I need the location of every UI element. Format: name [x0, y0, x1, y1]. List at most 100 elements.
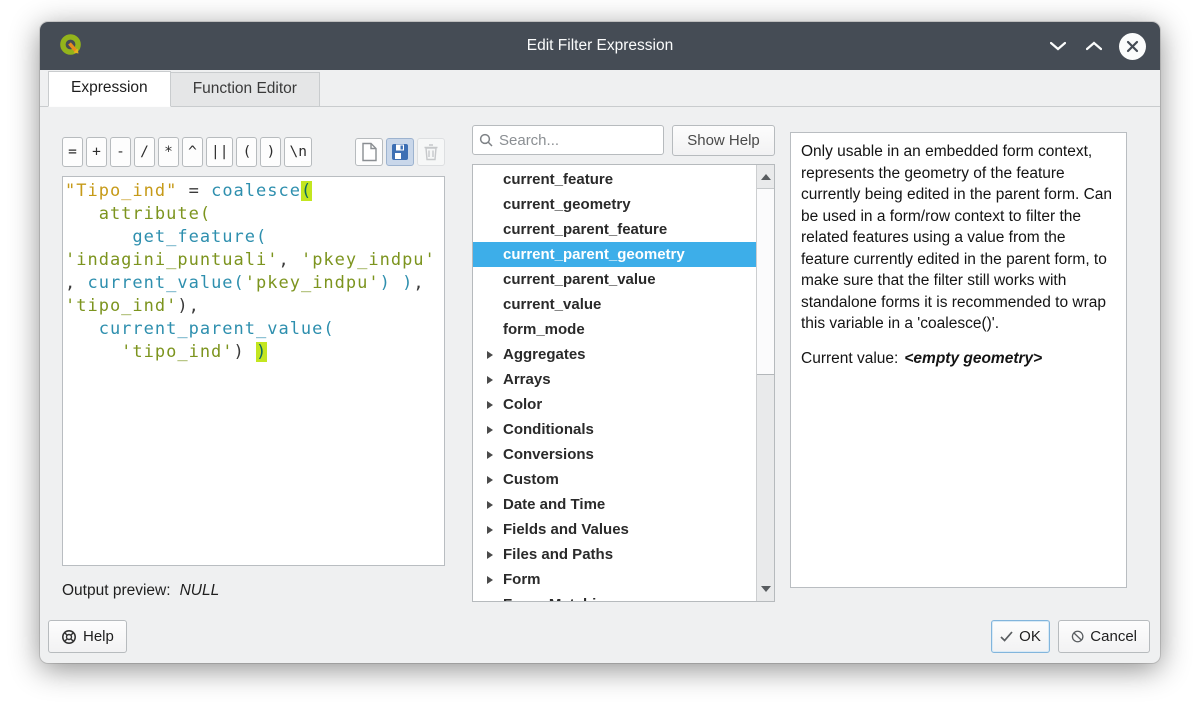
list-item[interactable]: form_mode: [473, 317, 756, 342]
list-item-label: Date and Time: [503, 492, 605, 517]
expand-triangle-icon[interactable]: [487, 401, 493, 409]
save-expression-button[interactable]: [386, 138, 414, 166]
operator-button[interactable]: +: [86, 137, 107, 167]
list-item[interactable]: current_geometry: [473, 192, 756, 217]
footer: Help OK Cancel: [48, 620, 1150, 653]
code-line: 'tipo_ind') ): [65, 341, 442, 364]
operator-buttons: =+-/*^||()\n: [62, 137, 315, 167]
list-item-label: current_parent_feature: [503, 217, 667, 242]
output-preview-label: Output preview:: [62, 582, 171, 599]
cancel-button[interactable]: Cancel: [1058, 620, 1150, 653]
list-item[interactable]: Arrays: [473, 367, 756, 392]
tab-function-editor[interactable]: Function Editor: [170, 72, 320, 106]
operator-button[interactable]: *: [158, 137, 179, 167]
current-value-label: Current value:: [801, 350, 898, 367]
code-line: attribute(: [65, 203, 442, 226]
operator-button[interactable]: \n: [284, 137, 311, 167]
list-item[interactable]: Files and Paths: [473, 542, 756, 567]
expand-triangle-icon[interactable]: [487, 526, 493, 534]
minimize-icon[interactable]: [1047, 35, 1069, 57]
function-column: Show Help current_featurecurrent_geometr…: [472, 125, 775, 602]
help-button-label: Help: [83, 628, 114, 645]
list-item-label: current_geometry: [503, 192, 631, 217]
function-list-scrollbar[interactable]: [756, 165, 774, 601]
list-item[interactable]: Conditionals: [473, 417, 756, 442]
code-line: "Tipo_ind" = coalesce(: [65, 180, 442, 203]
list-item-label: Files and Paths: [503, 542, 613, 567]
qgis-logo-icon: [58, 33, 84, 64]
current-value-line: Current value:<empty geometry>: [801, 348, 1116, 370]
lifebuoy-icon: [61, 629, 77, 645]
cancel-button-label: Cancel: [1090, 628, 1137, 645]
list-item-label: Conversions: [503, 442, 594, 467]
operator-button[interactable]: -: [110, 137, 131, 167]
list-item-label: Custom: [503, 467, 559, 492]
list-item[interactable]: current_feature: [473, 167, 756, 192]
function-list: current_featurecurrent_geometrycurrent_p…: [473, 167, 756, 601]
operator-button[interactable]: (: [236, 137, 257, 167]
list-item[interactable]: Date and Time: [473, 492, 756, 517]
expand-triangle-icon[interactable]: [487, 601, 493, 602]
list-item[interactable]: Conversions: [473, 442, 756, 467]
scroll-down-icon[interactable]: [757, 577, 774, 601]
code-line: , current_value('pkey_indpu') ),: [65, 272, 442, 295]
list-item-label: current_feature: [503, 167, 613, 192]
window-title: Edit Filter Expression: [40, 37, 1160, 55]
expand-triangle-icon[interactable]: [487, 476, 493, 484]
search-input[interactable]: [499, 132, 657, 149]
list-item-label: current_parent_value: [503, 267, 656, 292]
list-item-label: current_value: [503, 292, 601, 317]
operator-button[interactable]: ): [260, 137, 281, 167]
maximize-icon[interactable]: [1083, 35, 1105, 57]
delete-expression-button: [417, 138, 445, 166]
expression-toolbar: =+-/*^||()\n: [62, 136, 445, 167]
list-item[interactable]: Aggregates: [473, 342, 756, 367]
list-item[interactable]: Fuzzy Matching: [473, 592, 756, 601]
expand-triangle-icon[interactable]: [487, 451, 493, 459]
dialog-content: =+-/*^||()\n "Tipo_ind" = coalesce( attr…: [40, 107, 1160, 602]
help-panel: Only usable in an embedded form context,…: [790, 132, 1127, 588]
list-item[interactable]: current_parent_geometry: [473, 242, 756, 267]
list-item[interactable]: current_parent_value: [473, 267, 756, 292]
output-preview-value: NULL: [180, 582, 220, 599]
expand-triangle-icon[interactable]: [487, 551, 493, 559]
code-line: current_parent_value(: [65, 318, 442, 341]
expression-column: =+-/*^||()\n "Tipo_ind" = coalesce( attr…: [62, 136, 445, 600]
list-item-label: current_parent_geometry: [503, 242, 685, 267]
operator-button[interactable]: =: [62, 137, 83, 167]
operator-button[interactable]: ^: [182, 137, 203, 167]
help-description: Only usable in an embedded form context,…: [801, 141, 1116, 335]
list-item[interactable]: current_value: [473, 292, 756, 317]
list-item-label: Arrays: [503, 367, 551, 392]
expand-triangle-icon[interactable]: [487, 376, 493, 384]
list-item[interactable]: Form: [473, 567, 756, 592]
close-button[interactable]: [1119, 33, 1146, 60]
operator-button[interactable]: /: [134, 137, 155, 167]
list-item-label: Color: [503, 392, 542, 417]
list-item-label: Conditionals: [503, 417, 594, 442]
list-item-label: Fuzzy Matching: [503, 592, 615, 601]
ok-button[interactable]: OK: [991, 620, 1050, 653]
help-button[interactable]: Help: [48, 620, 127, 653]
operator-button[interactable]: ||: [206, 137, 233, 167]
new-expression-button[interactable]: [355, 138, 383, 166]
search-box[interactable]: [472, 125, 664, 155]
code-line: 'tipo_ind'),: [65, 295, 442, 318]
show-help-button[interactable]: Show Help: [672, 125, 775, 156]
expand-triangle-icon[interactable]: [487, 351, 493, 359]
list-item-label: form_mode: [503, 317, 585, 342]
expression-editor[interactable]: "Tipo_ind" = coalesce( attribute( get_fe…: [62, 176, 445, 566]
search-row: Show Help: [472, 125, 775, 156]
expand-triangle-icon[interactable]: [487, 426, 493, 434]
expand-triangle-icon[interactable]: [487, 576, 493, 584]
scroll-up-icon[interactable]: [757, 165, 774, 189]
output-preview: Output preview: NULL: [62, 582, 445, 600]
list-item[interactable]: Custom: [473, 467, 756, 492]
list-item[interactable]: Color: [473, 392, 756, 417]
tab-expression[interactable]: Expression: [48, 71, 171, 107]
check-icon: [1000, 631, 1013, 642]
list-item[interactable]: current_parent_feature: [473, 217, 756, 242]
list-item[interactable]: Fields and Values: [473, 517, 756, 542]
expand-triangle-icon[interactable]: [487, 501, 493, 509]
scrollbar-thumb[interactable]: [757, 189, 774, 375]
